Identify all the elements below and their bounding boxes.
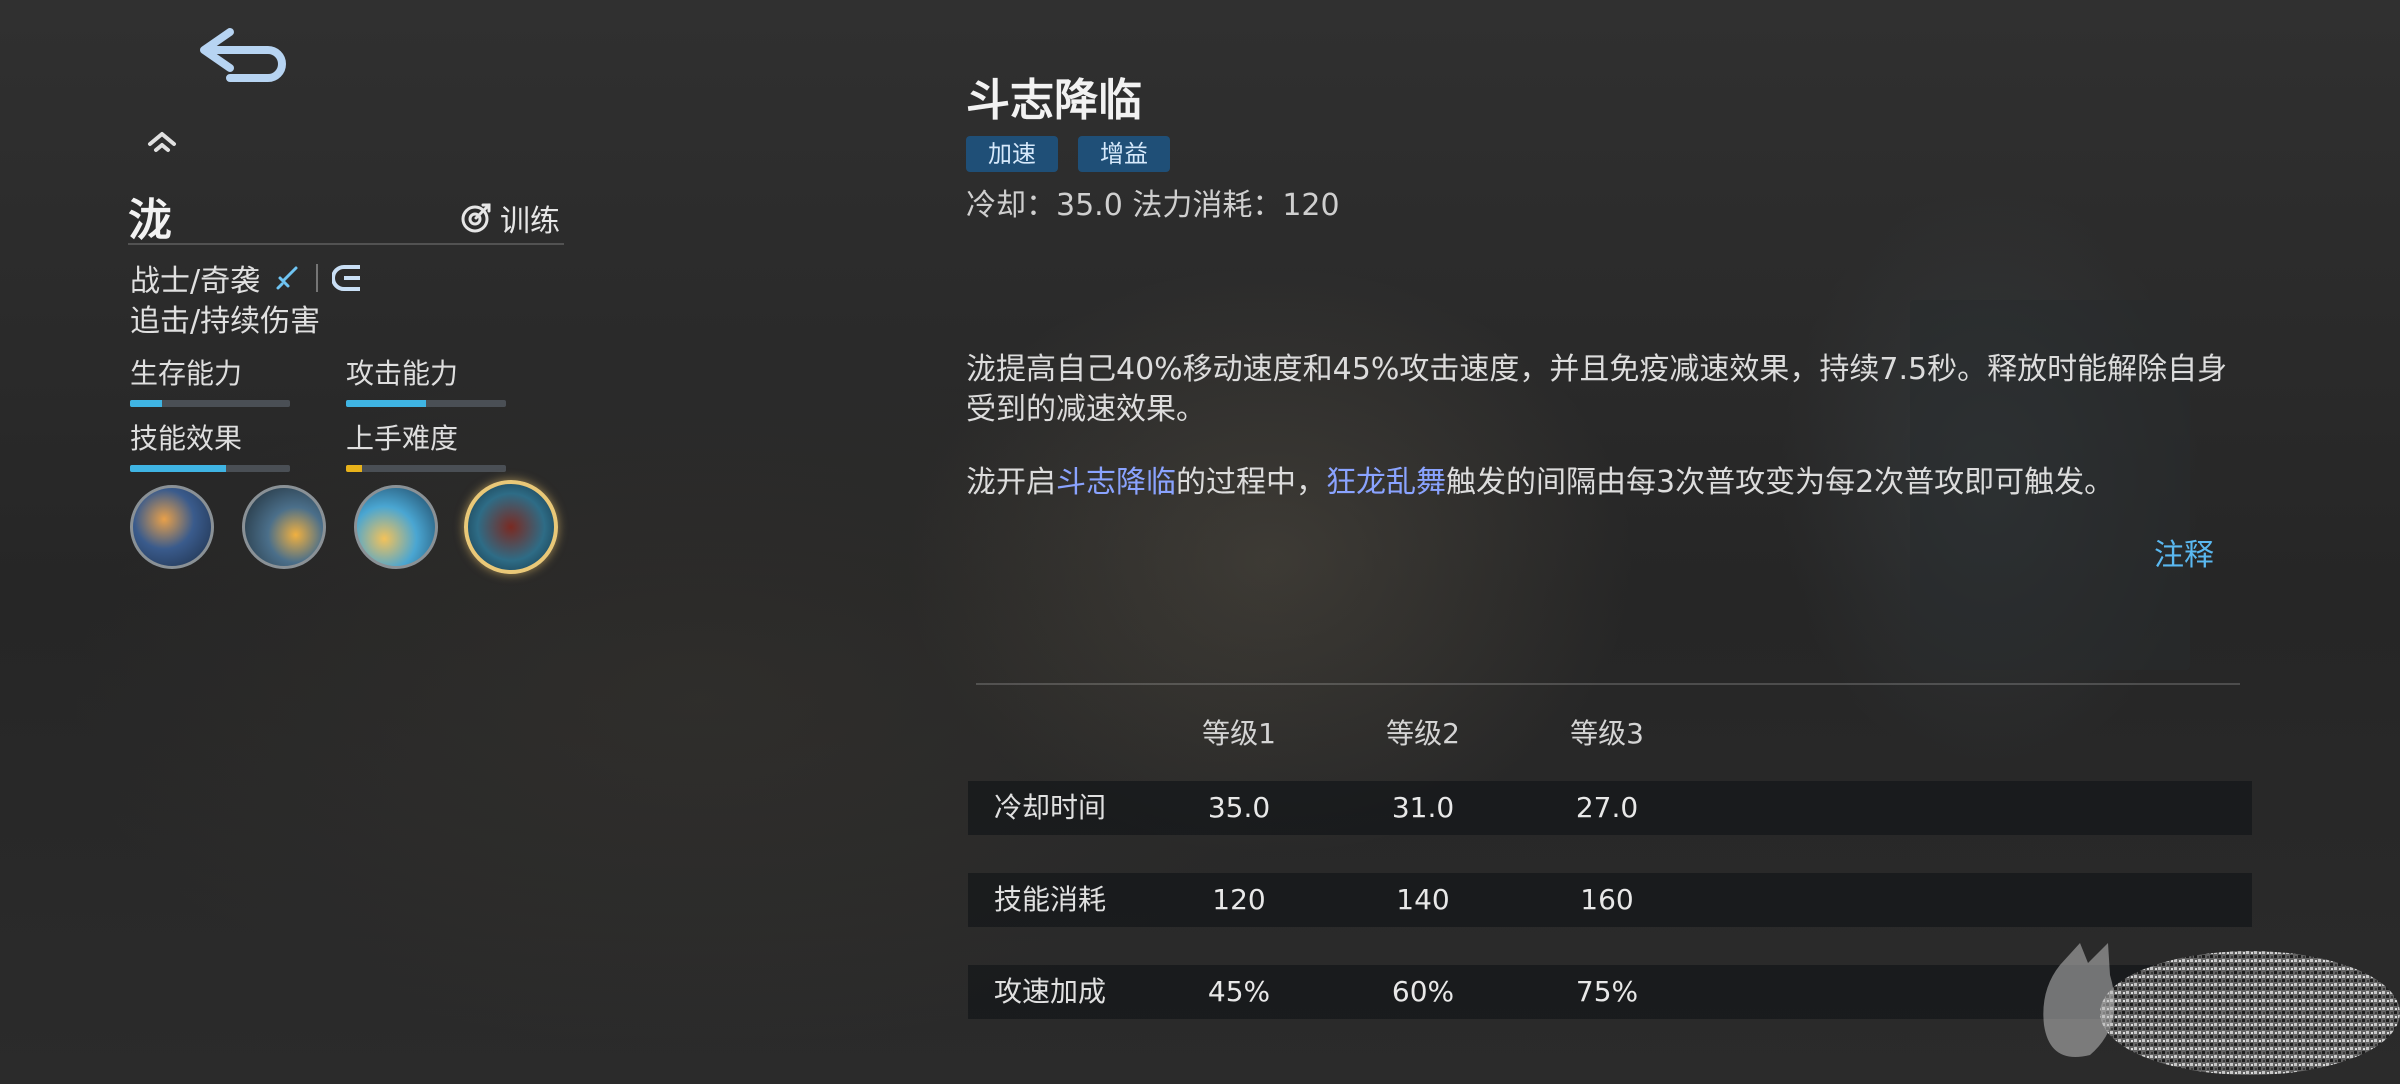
row-value: 160 [1580,883,1634,916]
divider [128,243,564,245]
stat-bar-fill [130,400,162,407]
stat-survival: 生存能力 [130,352,290,407]
train-label: 训练 [500,204,560,239]
level-header: 等级1 [1202,717,1276,750]
row-label: 技能消耗 [994,883,1107,916]
desc-text: 触发的间隔由每3次普攻变为每2次普攻即可触发。 [1446,465,2115,500]
training-target-icon [461,203,491,233]
stat-bar [130,400,290,407]
table-row: 技能消耗 120 140 160 [968,873,2252,927]
hero-name: 泷 [128,195,172,246]
stat-bar [130,465,290,472]
skill-link[interactable]: 斗志降临 [1056,465,1176,500]
desc-text: 泷开启 [966,465,1056,500]
skill-link[interactable]: 狂龙乱舞 [1326,465,1446,500]
table-row: 冷却时间 35.0 31.0 27.0 [968,781,2252,835]
desc-text: 的过程中， [1176,465,1326,500]
row-label: 冷却时间 [994,791,1107,824]
hero-specialty: 追击/持续伤害 [130,304,321,339]
stat-label: 攻击能力 [346,357,459,390]
back-button[interactable] [190,18,300,88]
stat-label: 上手难度 [346,422,459,455]
skill-2-icon[interactable] [242,485,326,569]
notes-link[interactable]: 注释 [2154,530,2214,574]
skill-description-2: 泷开启斗志降临的过程中，狂龙乱舞触发的间隔由每3次普攻变为每2次普攻即可触发。 [966,463,2256,503]
role-line: 战士/奇袭 [130,256,366,300]
skill-title: 斗志降临 [966,75,1142,126]
level-header: 等级3 [1570,717,1644,750]
role-separator [316,264,319,292]
row-value: 120 [1212,883,1266,916]
stat-label: 生存能力 [130,357,243,390]
row-value: 75% [1575,975,1639,1008]
divider [976,683,2240,685]
skill-description: 泷提高自己40%移动速度和45%攻击速度，并且免疫减速效果，持续7.5秒。释放时… [966,352,2228,427]
row-value: 31.0 [1391,791,1455,824]
sword-icon [276,266,298,290]
watermark [2030,935,2400,1080]
level-header: 等级2 [1386,717,1460,750]
damage-type-icon [332,265,361,291]
collapse-button[interactable] [144,126,180,156]
skill-tag: 加速 [966,136,1058,172]
skill-tag: 增益 [1078,136,1170,172]
row-value: 27.0 [1575,791,1639,824]
row-label: 攻速加成 [994,975,1107,1008]
stat-bar [346,465,506,472]
skill-1-icon[interactable] [130,485,214,569]
skill-3-icon[interactable] [354,485,438,569]
stat-bar-fill [130,465,226,472]
stat-label: 技能效果 [130,422,243,455]
hero-role: 战士/奇袭 [130,264,261,299]
train-button[interactable]: 训练 [460,196,560,240]
stat-attack: 攻击能力 [346,352,506,407]
stat-skill-effect: 技能效果 [130,417,290,472]
row-value: 60% [1391,975,1455,1008]
stat-bar-fill [346,465,362,472]
skill-4-icon[interactable] [464,480,558,574]
skill-cost-line: 冷却：35.0 法力消耗：120 [966,188,1340,223]
row-value: 140 [1396,883,1450,916]
stat-difficulty: 上手难度 [346,417,506,472]
chevron-up-icon [148,132,176,152]
row-value: 45% [1207,975,1271,1008]
stat-bar [346,400,506,407]
stat-bar-fill [346,400,426,407]
back-arrow-icon [200,28,286,82]
skill-tags: 加速 增益 [966,136,1170,172]
row-value: 35.0 [1207,791,1271,824]
